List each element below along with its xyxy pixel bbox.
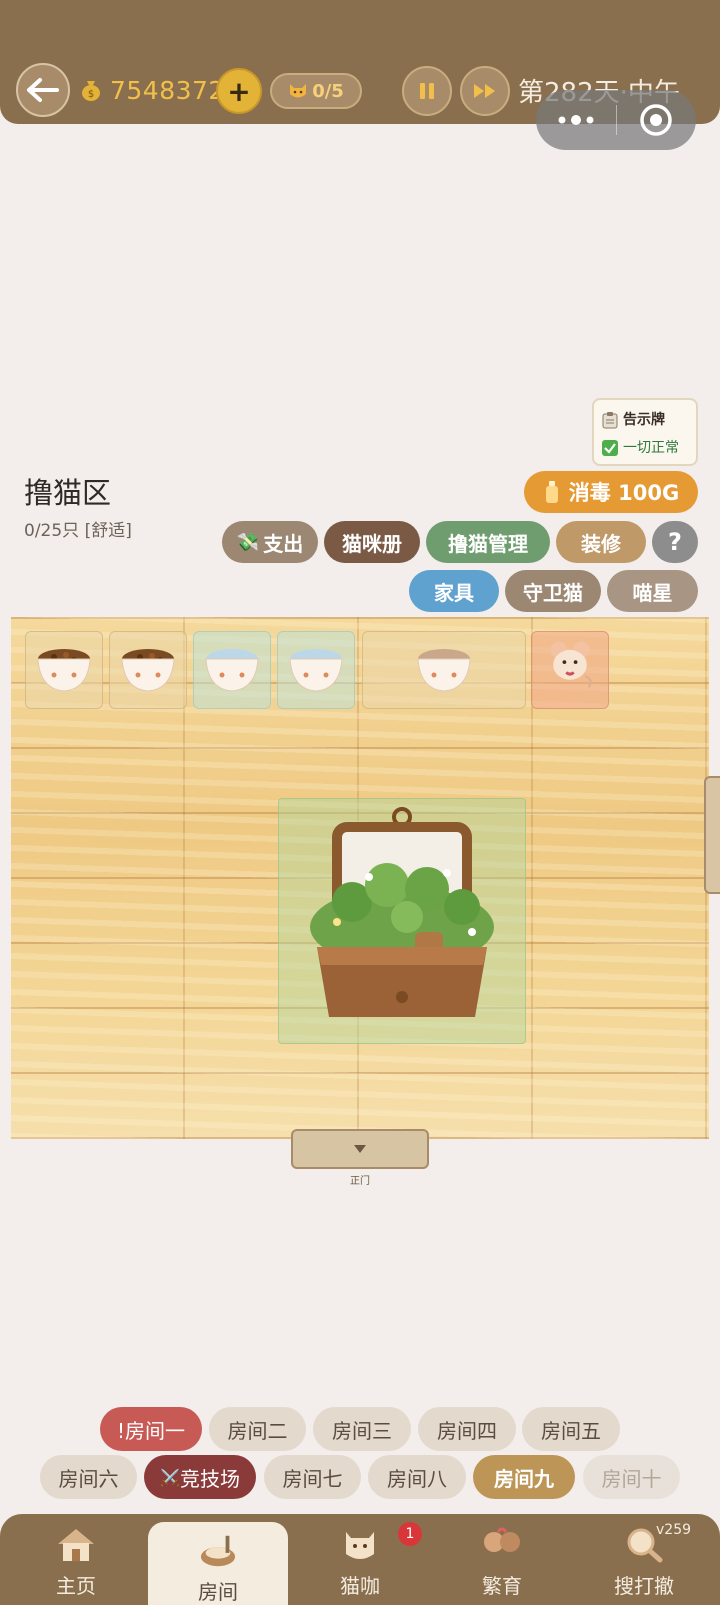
notification-badge: 1 bbox=[398, 1522, 422, 1546]
notice-status: 一切正常 bbox=[623, 440, 679, 456]
nav-home[interactable]: 主页 bbox=[6, 1514, 146, 1605]
furniture-button[interactable]: 家具 bbox=[409, 570, 499, 612]
front-door-label: 正门 bbox=[350, 1176, 370, 1187]
nav-cafe-label: 猫咖 bbox=[340, 1574, 380, 1598]
cat-bed-icon bbox=[200, 1535, 236, 1567]
arena-label: 竞技场 bbox=[179, 1466, 240, 1491]
room-button-10[interactable]: 房间十 bbox=[583, 1455, 680, 1499]
plus-icon: + bbox=[227, 74, 251, 108]
guard-cat-label: 守卫猫 bbox=[523, 580, 583, 605]
cat-pair-icon bbox=[484, 1527, 520, 1552]
money-bag-icon: $ bbox=[82, 81, 100, 101]
nav-search[interactable]: 搜打撤 bbox=[574, 1514, 714, 1605]
room-button-4[interactable]: 房间四 bbox=[418, 1407, 516, 1451]
cat-book-button[interactable]: 猫咪册 bbox=[324, 521, 420, 563]
spray-bottle-icon bbox=[545, 481, 558, 503]
decorate-button[interactable]: 装修 bbox=[556, 521, 646, 563]
disinfect-button[interactable]: 消毒 100G bbox=[524, 471, 698, 513]
furniture-label: 家具 bbox=[434, 580, 474, 605]
nav-breed[interactable]: 繁育 bbox=[432, 1514, 572, 1605]
more-dots-icon bbox=[558, 115, 594, 125]
expense-button[interactable]: 💸 支出 bbox=[222, 521, 318, 563]
fast-forward-icon bbox=[474, 84, 495, 98]
nav-home-label: 主页 bbox=[56, 1574, 96, 1598]
kibble-bowl-icon bbox=[121, 649, 175, 692]
milk-bowl-icon bbox=[417, 649, 471, 692]
svg-text:$: $ bbox=[88, 89, 94, 100]
pause-icon bbox=[420, 83, 434, 99]
bottom-nav: 主页 房间 猫咖 繁育 搜打撤 bbox=[0, 1514, 720, 1605]
notice-title: 告示牌 bbox=[623, 412, 665, 428]
cat-count-text: 0/5 bbox=[312, 80, 344, 102]
coin-display: $ 7548372 bbox=[78, 70, 225, 110]
cat-face-icon bbox=[290, 84, 307, 98]
kibble-bowl-icon bbox=[37, 649, 91, 692]
cat-capacity-badge: 0/5 bbox=[270, 73, 362, 109]
target-icon bbox=[640, 104, 672, 136]
version-label: v259 bbox=[656, 1522, 692, 1538]
coin-amount: 7548372 bbox=[110, 75, 225, 105]
clipboard-icon bbox=[602, 412, 618, 429]
area-capacity: 0/25只 [舒适] bbox=[24, 521, 132, 541]
nav-room-label: 房间 bbox=[198, 1580, 238, 1604]
disinfect-label: 消毒 100G bbox=[568, 481, 680, 505]
room-button-2[interactable]: 房间二 bbox=[209, 1407, 306, 1451]
room-button-3[interactable]: 房间三 bbox=[313, 1407, 411, 1451]
notice-board[interactable]: 告示牌 一切正常 bbox=[592, 398, 698, 466]
cat-cup-icon bbox=[346, 1532, 374, 1559]
decorate-label: 装修 bbox=[581, 531, 621, 556]
crossed-swords-icon: ⚔️ bbox=[160, 1467, 180, 1487]
pause-button[interactable] bbox=[402, 66, 452, 116]
side-drawer-handle[interactable] bbox=[704, 776, 720, 894]
water-bowl-icon bbox=[289, 649, 343, 692]
front-door-button[interactable] bbox=[291, 1129, 429, 1169]
water-bowl-icon bbox=[205, 649, 259, 692]
arena-button[interactable]: ⚔️ 竞技场 bbox=[144, 1455, 256, 1499]
money-wings-icon: 💸 bbox=[236, 531, 260, 553]
chevron-down-icon bbox=[354, 1145, 366, 1153]
room-button-1[interactable]: !房间一 bbox=[100, 1407, 202, 1451]
help-label: ? bbox=[668, 528, 682, 556]
mouse-toy-icon bbox=[550, 641, 592, 688]
room-button-7[interactable]: 房间七 bbox=[264, 1455, 361, 1499]
nav-room[interactable]: 房间 bbox=[148, 1522, 288, 1605]
add-coins-button[interactable]: + bbox=[216, 68, 262, 114]
fast-forward-button[interactable] bbox=[460, 66, 510, 116]
nav-breed-label: 繁育 bbox=[482, 1574, 522, 1598]
cat-book-label: 猫咪册 bbox=[342, 531, 402, 556]
help-button[interactable]: ? bbox=[652, 521, 698, 563]
miniprogram-capsule bbox=[536, 90, 696, 150]
meow-star-label: 喵星 bbox=[632, 580, 673, 605]
more-menu-button[interactable] bbox=[536, 90, 616, 150]
close-miniprogram-button[interactable] bbox=[617, 90, 697, 150]
back-arrow-icon bbox=[27, 78, 59, 102]
room-floor[interactable] bbox=[11, 617, 709, 1139]
expense-label: 支出 bbox=[263, 531, 304, 556]
checkmark-icon bbox=[602, 440, 618, 456]
room-button-6[interactable]: 房间六 bbox=[40, 1455, 137, 1499]
house-icon bbox=[58, 1529, 94, 1561]
guard-cat-button[interactable]: 守卫猫 bbox=[505, 570, 601, 612]
room-button-5[interactable]: 房间五 bbox=[522, 1407, 620, 1451]
nav-search-label: 搜打撤 bbox=[614, 1574, 674, 1598]
area-title: 撸猫区 bbox=[24, 476, 112, 510]
room-button-9[interactable]: 房间九 bbox=[473, 1455, 575, 1499]
meow-star-button[interactable]: 喵星 bbox=[607, 570, 698, 612]
pet-manage-button[interactable]: 撸猫管理 bbox=[426, 521, 550, 563]
room-button-8[interactable]: 房间八 bbox=[368, 1455, 466, 1499]
back-button[interactable] bbox=[16, 63, 70, 117]
garden-box-icon bbox=[310, 807, 494, 1017]
pet-manage-label: 撸猫管理 bbox=[448, 531, 528, 556]
